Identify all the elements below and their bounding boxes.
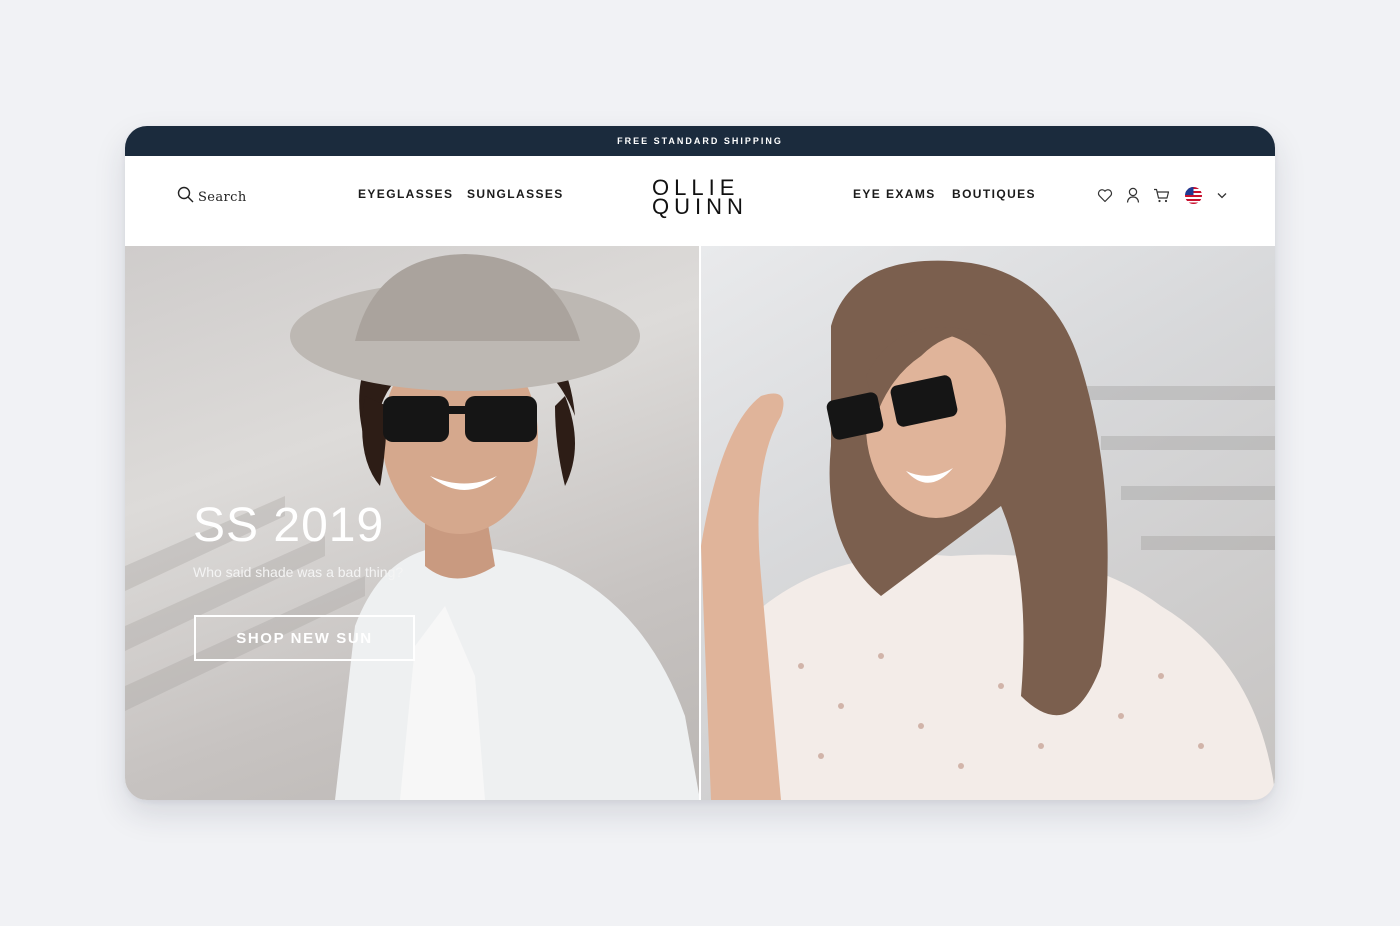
heart-icon[interactable] bbox=[1096, 186, 1114, 204]
hero-image-man: SS 2019 Who said shade was a bad thing? … bbox=[125, 246, 699, 800]
search-label: Search bbox=[198, 189, 247, 205]
search-icon bbox=[177, 186, 194, 208]
account-icon[interactable] bbox=[1124, 186, 1142, 204]
hero-title: SS 2019 bbox=[193, 499, 385, 552]
hero-text-block: SS 2019 Who said shade was a bad thing? bbox=[193, 498, 403, 580]
nav-eyeglasses[interactable]: EYEGLASSES bbox=[358, 187, 453, 201]
hero-subtitle: Who said shade was a bad thing? bbox=[193, 564, 404, 580]
woman-photo-illustration bbox=[701, 260, 1275, 800]
cart-icon[interactable] bbox=[1152, 186, 1170, 204]
logo-line-2: QUINN bbox=[652, 194, 748, 219]
hero-section: SS 2019 Who said shade was a bad thing? … bbox=[125, 246, 1275, 800]
search-button[interactable]: Search bbox=[177, 186, 247, 208]
site-header: Search EYEGLASSES SUNGLASSES OLLIE QUINN… bbox=[125, 156, 1275, 246]
nav-sunglasses[interactable]: SUNGLASSES bbox=[467, 187, 564, 201]
promo-text: FREE STANDARD SHIPPING bbox=[617, 136, 783, 146]
brand-logo[interactable]: OLLIE QUINN bbox=[652, 177, 752, 219]
chevron-down-icon[interactable] bbox=[1217, 186, 1227, 204]
header-icons bbox=[1096, 186, 1227, 204]
us-flag-icon[interactable] bbox=[1185, 186, 1202, 204]
browser-frame: FREE STANDARD SHIPPING Search EYEGLASSES… bbox=[125, 126, 1275, 800]
nav-eye-exams[interactable]: EYE EXAMS bbox=[853, 187, 936, 201]
hero-image-woman bbox=[699, 246, 1275, 800]
shop-new-sun-button[interactable]: SHOP NEW SUN bbox=[194, 615, 415, 661]
promo-bar: FREE STANDARD SHIPPING bbox=[125, 126, 1275, 156]
nav-boutiques[interactable]: BOUTIQUES bbox=[952, 187, 1036, 201]
